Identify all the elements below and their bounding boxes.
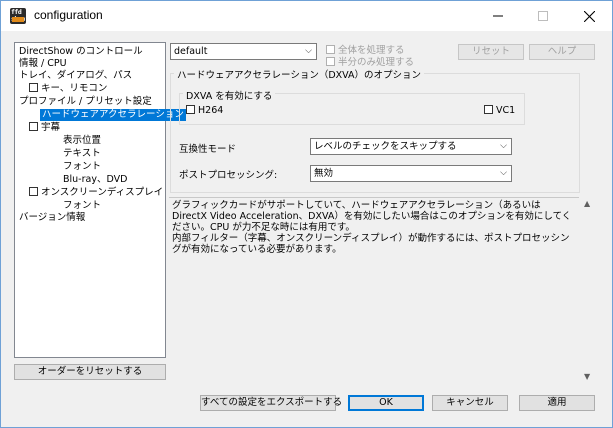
tree-item-bluray-dvd[interactable]: Blu-ray、DVD <box>63 174 127 186</box>
h264-checkbox[interactable] <box>186 105 195 114</box>
description-scrollbar[interactable]: ▲ ▼ <box>581 197 595 383</box>
process-all-checkbox[interactable] <box>326 45 335 54</box>
tree-item-text[interactable]: テキスト <box>63 148 101 160</box>
compat-mode-value: レベルのチェックをスキップする <box>314 141 457 152</box>
tree-item-keys-remote[interactable]: キー、リモコン <box>29 83 107 95</box>
apply-button[interactable]: 適用 <box>519 395 595 411</box>
compat-mode-label: 互換性モード <box>179 144 237 155</box>
keys-remote-checkbox[interactable] <box>29 83 38 92</box>
tree-item-font[interactable]: フォント <box>63 161 101 173</box>
tree-item-profile-preset[interactable]: プロファイル / プリセット設定 <box>19 96 152 108</box>
vc1-option[interactable]: VC1 <box>484 105 515 116</box>
title-bar[interactable]: ffd show configuration <box>1 1 612 31</box>
configuration-window: ffd show configuration DirectShow のコントロー… <box>0 0 613 428</box>
description-panel: グラフィックカードがサポートしていて、ハードウェアアクセラレーション（あるいは … <box>169 197 579 383</box>
postprocessing-label: ポストプロセッシング: <box>179 170 278 181</box>
tree-item-version-info[interactable]: バージョン情報 <box>19 212 85 224</box>
cancel-button[interactable]: キャンセル <box>432 395 508 411</box>
ok-button[interactable]: OK <box>348 395 424 411</box>
dxva-group-title: ハードウェアアクセラレーション（DXVA）のオプション <box>174 67 425 81</box>
chevron-down-icon: ⌵ <box>305 46 312 56</box>
process-half-checkbox[interactable] <box>326 57 335 66</box>
tree-item-display-position[interactable]: 表示位置 <box>63 135 101 147</box>
description-text: グラフィックカードがサポートしていて、ハードウェアアクセラレーション（あるいは … <box>172 200 572 255</box>
chevron-down-icon: ⌵ <box>500 168 507 178</box>
tree-item-hardware-acceleration[interactable]: ハードウェアアクセラレーション <box>40 109 186 121</box>
vc1-checkbox[interactable] <box>484 105 493 114</box>
tree-item-osd[interactable]: オンスクリーンディスプレイ <box>29 187 163 199</box>
help-button[interactable]: ヘルプ <box>529 44 595 60</box>
maximize-button[interactable] <box>520 1 565 31</box>
export-settings-button[interactable]: すべての設定をエクスポートする <box>200 395 342 411</box>
ffdshow-app-icon: ffd show <box>10 8 26 24</box>
window-title: configuration <box>34 8 103 22</box>
tree-item-osd-font[interactable]: フォント <box>63 200 101 212</box>
dxva-enable-title: DXVA を有効にする <box>183 88 276 102</box>
close-icon <box>584 10 595 22</box>
scroll-down-icon[interactable]: ▼ <box>584 372 590 381</box>
process-half-option[interactable]: 半分のみ処理する <box>326 54 414 68</box>
close-button[interactable] <box>567 1 612 31</box>
subtitles-checkbox[interactable] <box>29 122 38 131</box>
compat-mode-select[interactable]: レベルのチェックをスキップする ⌵ <box>310 138 512 155</box>
chevron-down-icon: ⌵ <box>500 141 507 151</box>
reset-order-button[interactable]: オーダーをリセットする <box>14 364 166 380</box>
postprocessing-value: 無効 <box>314 168 334 179</box>
osd-checkbox[interactable] <box>29 187 38 196</box>
tree-item-tray-dialog-path[interactable]: トレイ、ダイアログ、パス <box>19 70 132 82</box>
postprocessing-select[interactable]: 無効 ⌵ <box>310 165 512 182</box>
preset-select[interactable]: default ⌵ <box>170 43 317 60</box>
preset-value: default <box>174 46 208 57</box>
reset-button[interactable]: リセット <box>458 44 524 60</box>
tree-item-subtitles[interactable]: 宇幕 <box>29 122 60 134</box>
minimize-icon <box>492 15 503 17</box>
scroll-up-icon[interactable]: ▲ <box>584 199 590 208</box>
maximize-icon <box>537 11 548 21</box>
tree-item-directshow-control[interactable]: DirectShow のコントロール <box>19 46 143 58</box>
tree-item-info-cpu[interactable]: 情報 / CPU <box>19 58 67 70</box>
minimize-button[interactable] <box>475 1 520 31</box>
settings-tree[interactable]: DirectShow のコントロール 情報 / CPU トレイ、ダイアログ、パス… <box>14 42 186 358</box>
h264-option[interactable]: H264 <box>186 105 223 116</box>
